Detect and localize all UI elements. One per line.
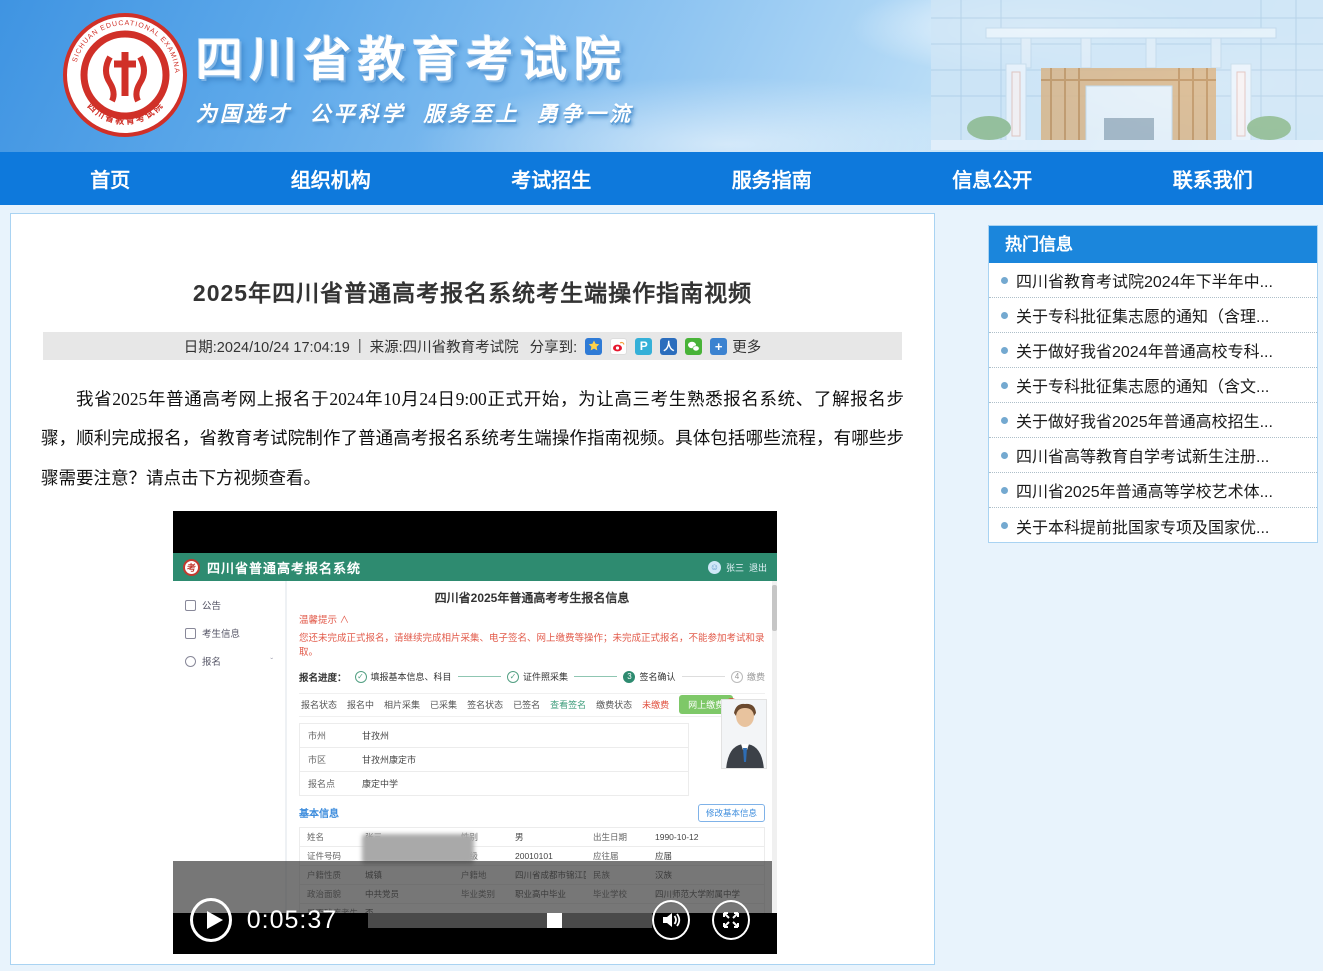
renren-icon[interactable]: 人 [660, 338, 677, 355]
site-logo-seal-icon: SICHUAN EDUCATIONAL EXAMINATION AUTHORIT… [62, 12, 188, 138]
capture-user-name: 张三 [726, 561, 744, 574]
capture-menu-notice: 公告 [173, 591, 285, 619]
wechat-icon[interactable] [685, 338, 702, 355]
play-button[interactable] [190, 898, 232, 942]
hot-info-item[interactable]: 四川省教育考试院2024年下半年中... [989, 263, 1317, 298]
nav-item-home[interactable]: 首页 [0, 152, 221, 205]
capture-status-strip: 报名状态报名中 相片采集已采集 签名状态已签名 查看签名 缴费状态 未缴费 网上… [299, 693, 765, 717]
edit-basic-info-button: 修改基本信息 [698, 804, 765, 822]
article-meta-bar: 日期:2024/10/24 17:04:19 | 来源:四川省教育考试院 分享到… [43, 332, 902, 360]
page: SICHUAN EDUCATIONAL EXAMINATION AUTHORIT… [0, 0, 1323, 971]
nav-item-service-guide[interactable]: 服务指南 [662, 152, 883, 205]
hot-info-item[interactable]: 关于做好我省2025年普通高校招生... [989, 403, 1317, 438]
nav-item-exam-enroll[interactable]: 考试招生 [441, 152, 662, 205]
capture-page-title: 四川省2025年普通高考考生报名信息 [299, 589, 765, 606]
video-progress-handle[interactable] [547, 913, 562, 928]
view-signature-link: 查看签名 [550, 698, 586, 711]
video-player[interactable]: 考 四川省普通高考报名系统 ☺ 张三 退出 公告 考生信息 报名ˇ [173, 511, 777, 954]
capture-menu-register: 报名ˇ [173, 647, 285, 675]
chevron-down-icon: ˇ [270, 657, 273, 666]
candidate-info-icon [185, 628, 196, 639]
building-photo [931, 0, 1323, 150]
video-time: 0:05:37 [247, 906, 337, 935]
bullet-icon [1001, 382, 1008, 389]
capture-logout-link: 退出 [749, 561, 767, 574]
video-controls: 0:05:37 [173, 895, 777, 945]
register-icon [185, 656, 196, 667]
capture-app-logo-icon: 考 [183, 559, 200, 576]
capture-tip-toggle: 温馨提示 ∧ [299, 612, 765, 626]
hot-info-item[interactable]: 关于专科批征集志愿的通知（含文... [989, 368, 1317, 403]
hot-info-list: 四川省教育考试院2024年下半年中... 关于专科批征集志愿的通知（含理... … [989, 263, 1317, 543]
basic-info-title: 基本信息 [299, 805, 339, 820]
weibo-icon[interactable] [610, 338, 627, 355]
step-signature-confirm: 3签名确认 [623, 670, 675, 683]
bullet-icon [1001, 522, 1008, 529]
hot-info-item[interactable]: 关于做好我省2024年普通高校专科... [989, 333, 1317, 368]
bullet-icon [1001, 277, 1008, 284]
step-payment: 4缴费 [731, 670, 765, 683]
article-panel: 2025年四川省普通高考报名系统考生端操作指南视频 日期:2024/10/24 … [10, 213, 935, 965]
volume-button[interactable] [652, 900, 690, 940]
tencent-friend-icon[interactable]: P [635, 338, 652, 355]
capture-location-table: 市州甘孜州 市区甘孜州康定市 报名点康定中学 [299, 723, 689, 796]
site-title: 四川省教育考试院 [196, 34, 633, 86]
main-nav: 首页 组织机构 考试招生 服务指南 信息公开 联系我们 [0, 152, 1323, 205]
capture-menu-candidate-info: 考生信息 [173, 619, 285, 647]
video-progress-bar[interactable] [368, 913, 652, 928]
fullscreen-button[interactable] [712, 900, 750, 940]
capture-app-header: 考 四川省普通高考报名系统 ☺ 张三 退出 [173, 553, 777, 581]
notice-icon [185, 600, 196, 611]
hot-info-title: 热门信息 [989, 226, 1317, 263]
progress-label: 报名进度： [299, 670, 347, 684]
hot-info-panel: 热门信息 四川省教育考试院2024年下半年中... 关于专科批征集志愿的通知（含… [988, 225, 1318, 543]
privacy-blur [362, 834, 474, 864]
share-label: 分享到: [530, 336, 578, 357]
hot-info-item[interactable]: 关于本科提前批国家专项及国家优... [989, 508, 1317, 543]
step-basic-info: ✓填报基本信息、科目 [355, 670, 452, 683]
hot-info-item[interactable]: 四川省高等教育自学考试新生注册... [989, 438, 1317, 473]
nav-item-info-disclosure[interactable]: 信息公开 [882, 152, 1103, 205]
bullet-icon [1001, 347, 1008, 354]
meta-separator: | [358, 338, 362, 354]
capture-scrollbar [772, 581, 777, 913]
candidate-id-photo [721, 699, 767, 769]
capture-user-avatar: ☺ [708, 561, 721, 574]
article-source: 来源:四川省教育考试院 [370, 336, 519, 357]
bullet-icon [1001, 312, 1008, 319]
nav-item-organization[interactable]: 组织机构 [221, 152, 442, 205]
video-screen-capture: 考 四川省普通高考报名系统 ☺ 张三 退出 公告 考生信息 报名ˇ [173, 553, 777, 913]
bullet-icon [1001, 487, 1008, 494]
more-share-icon[interactable]: + [710, 338, 727, 355]
bullet-icon [1001, 417, 1008, 424]
bullet-icon [1001, 452, 1008, 459]
more-share-label[interactable]: 更多 [732, 336, 761, 357]
capture-app-title: 四川省普通高考报名系统 [207, 558, 361, 577]
hot-info-item[interactable]: 四川省2025年普通高等学校艺术体... [989, 473, 1317, 508]
step-photo-capture: ✓证件照采集 [507, 670, 568, 683]
hot-info-item[interactable]: 关于专科批征集志愿的通知（含理... [989, 298, 1317, 333]
capture-progress-steps: 报名进度： ✓填报基本信息、科目 ✓证件照采集 3签名确认 4缴费 [299, 670, 765, 684]
article-date: 日期:2024/10/24 17:04:19 [184, 336, 350, 357]
qzone-icon[interactable] [585, 338, 602, 355]
article-body: 我省2025年普通高考网上报名于2024年10月24日9:00正式开始，为让高三… [41, 380, 904, 498]
site-header: SICHUAN EDUCATIONAL EXAMINATION AUTHORIT… [0, 0, 1323, 152]
article-title: 2025年四川省普通高考报名系统考生端操作指南视频 [11, 274, 934, 308]
capture-warning-text: 您还未完成正式报名，请继续完成相片采集、电子签名、网上缴费等操作；未完成正式报名… [299, 632, 765, 661]
site-slogan: 为国选才 公平科学 服务至上 勇争一流 [196, 98, 633, 128]
nav-item-contact[interactable]: 联系我们 [1103, 152, 1323, 205]
